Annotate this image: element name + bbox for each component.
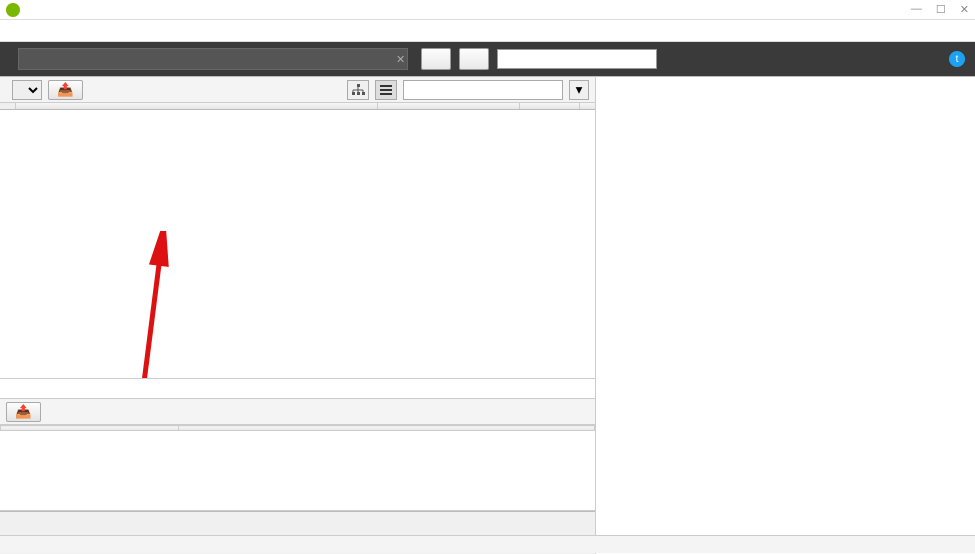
details-panel: [0, 425, 595, 511]
col-address[interactable]: [16, 103, 378, 109]
custom-chart: [606, 375, 965, 525]
details-toolbar: 📤: [0, 399, 595, 425]
col-name[interactable]: [1, 426, 179, 431]
clear-url-icon[interactable]: ✕: [396, 53, 405, 66]
search-input[interactable]: [403, 80, 563, 100]
titlebar: — ☐ ✕: [0, 0, 975, 20]
close-button[interactable]: ✕: [960, 3, 969, 16]
crawl-progress: [497, 49, 657, 69]
frog-icon: [6, 3, 20, 17]
minimize-button[interactable]: —: [911, 3, 922, 16]
chart-area: [596, 367, 975, 554]
twitter-icon[interactable]: t: [949, 51, 965, 67]
export-button[interactable]: 📤: [48, 80, 83, 100]
resume-button[interactable]: [421, 48, 451, 70]
bottom-tabs: [0, 511, 595, 512]
tree-view-icon[interactable]: [347, 80, 369, 100]
filter-bar: 📤 ▾: [0, 77, 595, 103]
annotation-arrow: [124, 231, 184, 379]
toolbar: ✕ t: [0, 42, 975, 76]
overview-panel[interactable]: [596, 77, 975, 367]
results-grid[interactable]: [0, 103, 595, 379]
status-bar: [0, 535, 975, 553]
clear-button[interactable]: [459, 48, 489, 70]
filter-select[interactable]: [12, 80, 42, 100]
search-options-icon[interactable]: ▾: [569, 80, 589, 100]
menubar: [0, 20, 975, 42]
list-view-icon[interactable]: [375, 80, 397, 100]
url-input[interactable]: [18, 48, 408, 70]
export-details-button[interactable]: 📤: [6, 402, 41, 422]
col-value[interactable]: [179, 426, 595, 431]
filter-total: [0, 379, 595, 399]
col-content[interactable]: [378, 103, 520, 109]
maximize-button[interactable]: ☐: [936, 3, 946, 16]
col-status-code[interactable]: [520, 103, 580, 109]
seo-spider-label: t: [945, 51, 965, 67]
